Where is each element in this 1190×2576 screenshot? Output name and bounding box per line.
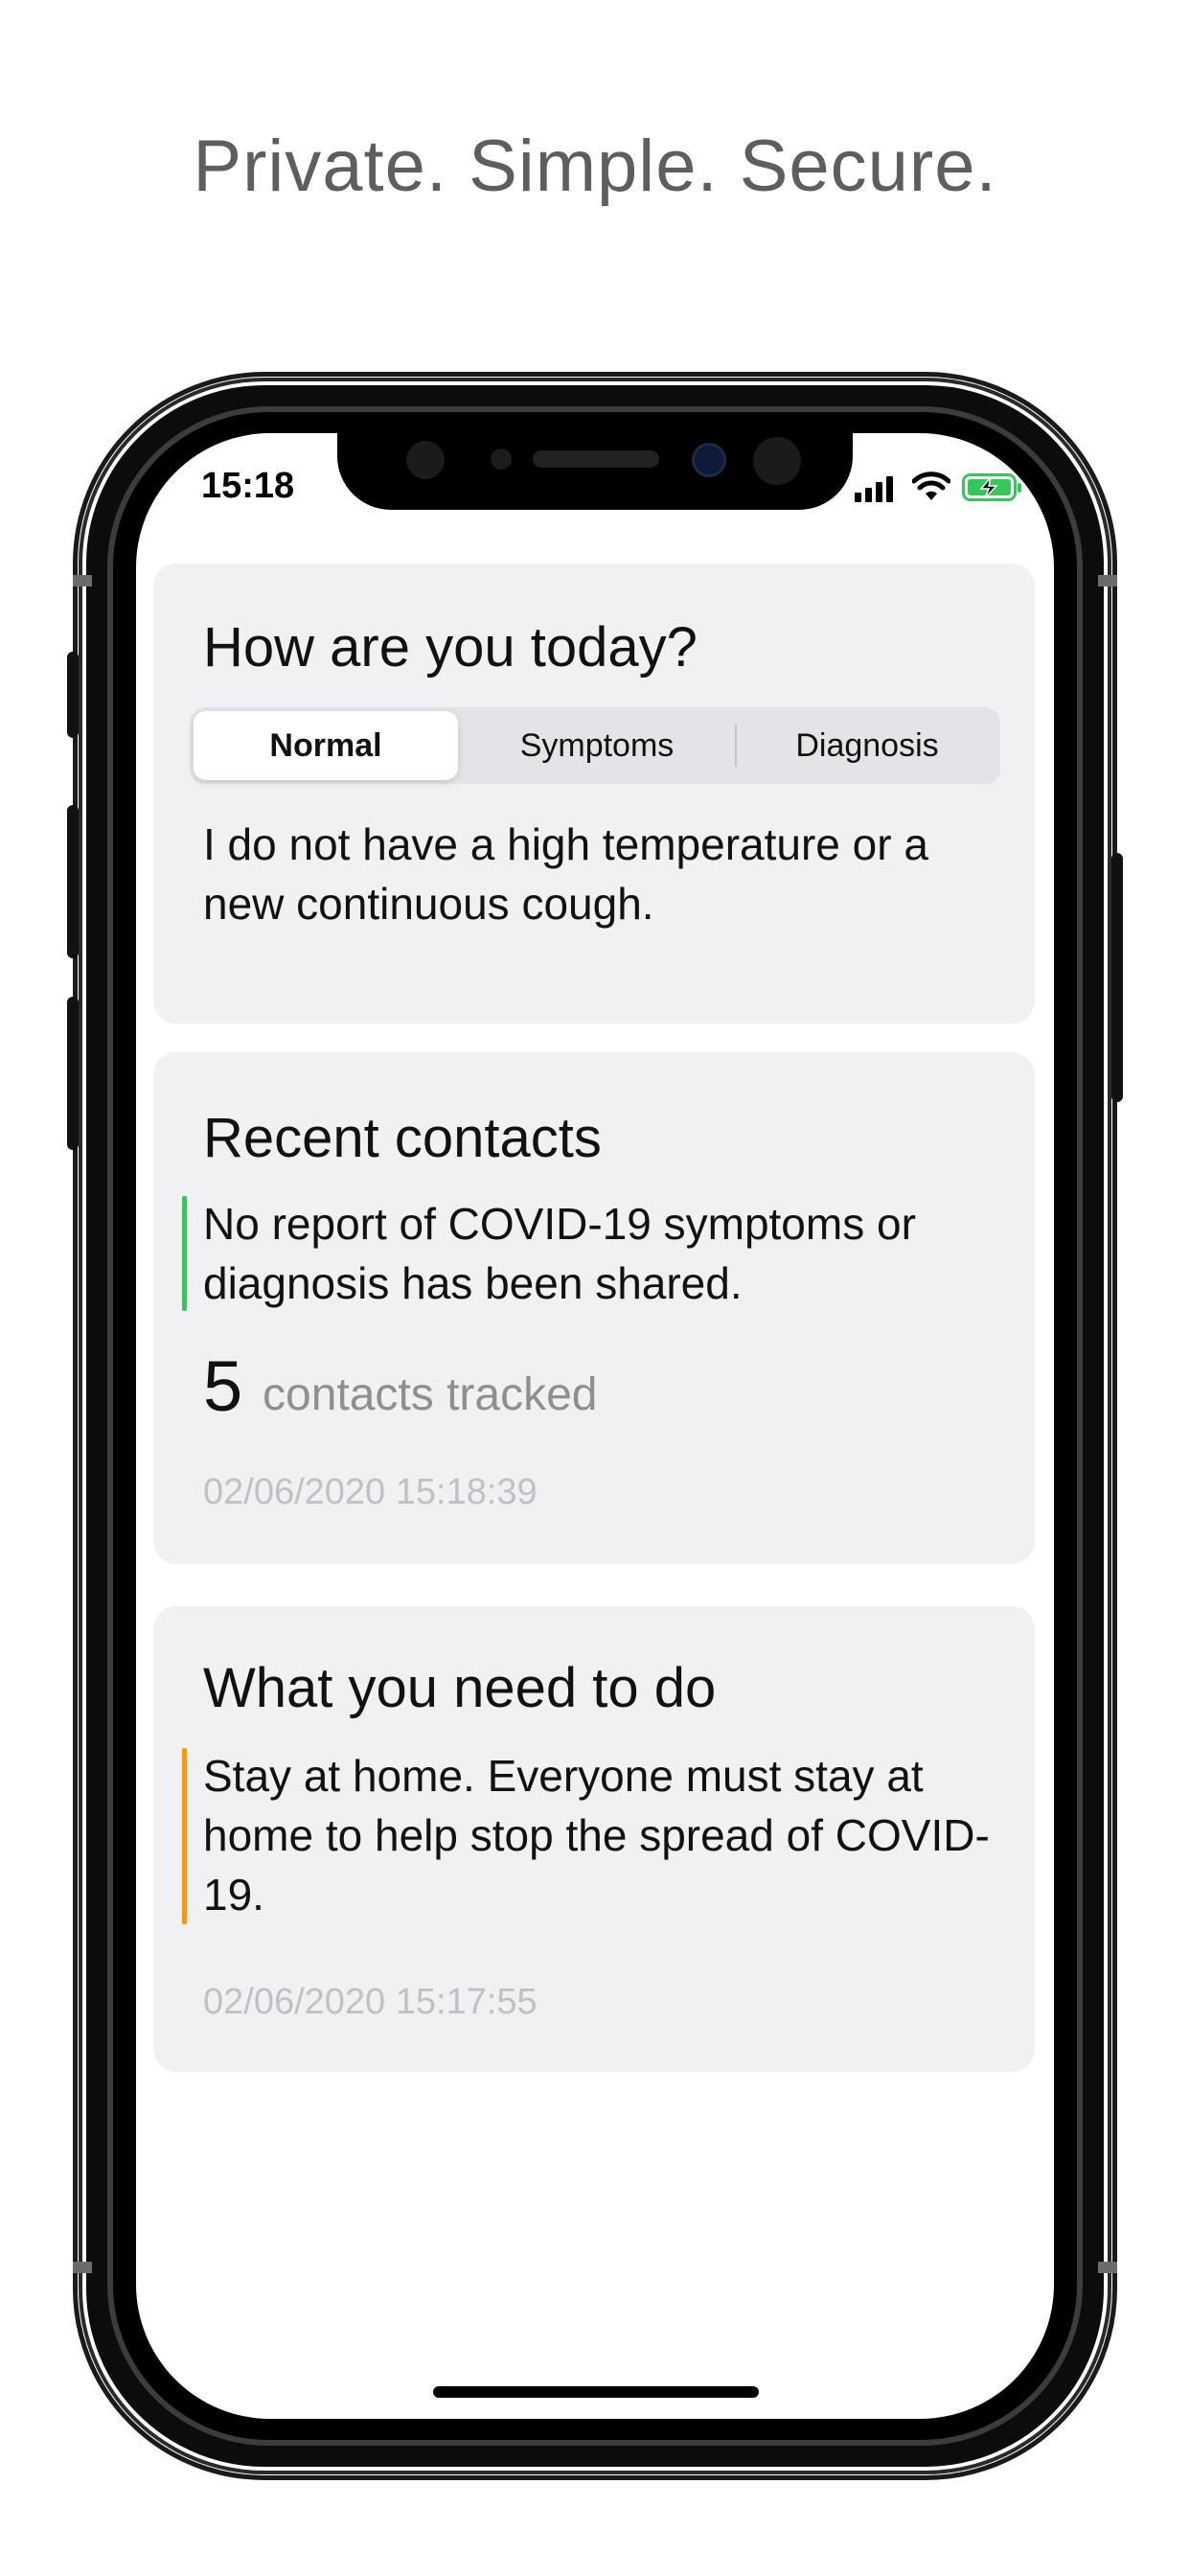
status-description: I do not have a high temperature or a ne…: [203, 819, 928, 929]
advice-accent-bar: [182, 1748, 187, 1924]
volume-down-button: [67, 997, 79, 1150]
recent-contacts-card: Recent contacts No report of COVID-19 sy…: [153, 1052, 1035, 1564]
contacts-count: 5: [203, 1346, 243, 1426]
what-to-do-card: What you need to do Stay at home. Everyo…: [153, 1606, 1035, 2072]
home-indicator[interactable]: [433, 2386, 759, 2398]
segment-normal[interactable]: Normal: [194, 711, 458, 780]
wifi-icon: [912, 472, 950, 500]
status-accent-bar: [182, 1196, 187, 1311]
battery-charging-icon: [962, 473, 1021, 501]
status-icons: [855, 472, 1027, 506]
mute-switch: [67, 652, 79, 738]
advice-timestamp: 02/06/2020 15:17:55: [203, 1982, 538, 2022]
segment-symptoms[interactable]: Symptoms: [462, 711, 732, 780]
status-time: 15:18: [201, 466, 295, 506]
speaker-grille: [533, 450, 659, 468]
volume-up-button: [67, 805, 79, 958]
sensor-icon: [406, 441, 445, 479]
antenna-line: [73, 2262, 92, 2273]
contacts-count-label: contacts tracked: [263, 1369, 598, 1420]
notch: [337, 433, 853, 510]
tagline: Private. Simple. Secure.: [193, 126, 997, 207]
card-title: Recent contacts: [203, 1107, 602, 1169]
contacts-message: No report of COVID-19 symptoms or diagno…: [203, 1199, 916, 1308]
status-card: How are you today? Normal Symptoms Diagn…: [153, 564, 1035, 1024]
antenna-line: [73, 575, 92, 586]
antenna-line: [1098, 2262, 1117, 2273]
power-button: [1111, 853, 1123, 1102]
segment-diagnosis[interactable]: Diagnosis: [738, 711, 996, 780]
card-title: How are you today?: [203, 616, 698, 678]
contacts-timestamp: 02/06/2020 15:18:39: [203, 1472, 538, 1512]
segment-divider: [735, 724, 737, 767]
advice-message: Stay at home. Everyone must stay at home…: [203, 1751, 990, 1920]
signal-icon: [855, 476, 893, 502]
front-camera-icon: [692, 443, 726, 477]
antenna-line: [1098, 575, 1117, 586]
card-title: What you need to do: [203, 1657, 717, 1719]
sensor-icon: [753, 437, 801, 485]
status-segmented-control[interactable]: Normal Symptoms Diagnosis: [190, 707, 1000, 784]
sensor-icon: [491, 448, 512, 470]
